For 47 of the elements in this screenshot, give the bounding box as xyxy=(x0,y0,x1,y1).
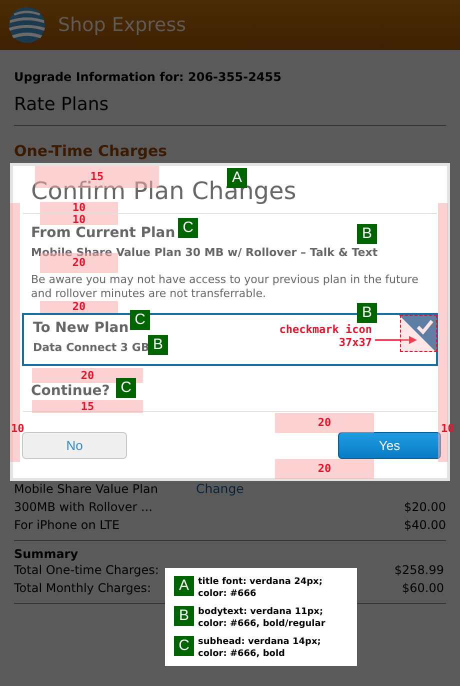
section-heading: One-Time Charges xyxy=(14,142,168,160)
spacing-marker: 15 xyxy=(32,400,143,413)
summary-label: Total Monthly Charges: xyxy=(14,580,152,597)
question-text: Continue? xyxy=(31,384,110,399)
amount: $20.00 xyxy=(404,499,446,516)
legend-text: bodytext: verdana 11px; color: #666, bold/regular xyxy=(198,606,326,630)
spacing-marker: 20 xyxy=(275,459,374,479)
page-heading: Rate Plans xyxy=(14,94,109,115)
plan-label: 300MB with Rollover ... xyxy=(14,499,152,516)
callout-text: 37x37 xyxy=(338,336,372,349)
plan-name: Data Connect 3 GB xyxy=(33,341,150,354)
amount: $40.00 xyxy=(404,517,446,534)
globe-logo-icon xyxy=(8,6,46,44)
letter-badge: B xyxy=(174,606,194,626)
no-button[interactable]: No xyxy=(22,432,127,459)
plan-label: For iPhone on LTE xyxy=(14,517,120,534)
letter-badge: C xyxy=(116,378,136,398)
legend-text: subhead: verdana 14px; color: #666, bold xyxy=(198,636,322,660)
letter-badge: B xyxy=(357,224,377,244)
app-title: Shop Express xyxy=(58,14,186,36)
letter-badge: C xyxy=(130,310,150,330)
spacing-marker: 20 xyxy=(40,301,118,313)
change-link[interactable]: Change xyxy=(196,480,244,498)
legend-text: title font: verdana 24px; color: #666 xyxy=(198,576,324,600)
upgrade-info: Upgrade Information for: 206-355-2455 xyxy=(14,70,282,84)
spacing-label: 10 xyxy=(11,422,24,435)
subheading: From Current Plan xyxy=(31,224,176,242)
letter-badge: C xyxy=(174,636,194,656)
summary-heading: Summary xyxy=(14,547,78,561)
summary-label: Total One-time Charges: xyxy=(14,562,159,579)
yes-button[interactable]: Yes xyxy=(338,432,441,459)
notice-text: Be aware you may not have access to your previous plan in the future and rollover minutes are not transferrable. xyxy=(31,273,420,301)
amount: $258.99 xyxy=(394,562,444,579)
letter-badge: A xyxy=(174,576,194,596)
letter-badge: B xyxy=(357,303,377,323)
callout-text: checkmark icon xyxy=(278,323,372,336)
arrow-icon xyxy=(375,336,417,344)
letter-badge: A xyxy=(227,168,247,188)
subheading: To New Plan xyxy=(33,319,129,337)
amount: $60.00 xyxy=(402,580,444,597)
spacing-marker: 20 xyxy=(32,368,143,383)
plan-label: Mobile Share Value Plan xyxy=(14,481,158,498)
letter-badge: B xyxy=(148,335,168,355)
spacing-marker: 10 xyxy=(40,202,118,213)
spacing-marker: 20 xyxy=(275,413,374,433)
spacing-marker: 10 xyxy=(40,214,118,225)
letter-badge: C xyxy=(178,218,198,238)
